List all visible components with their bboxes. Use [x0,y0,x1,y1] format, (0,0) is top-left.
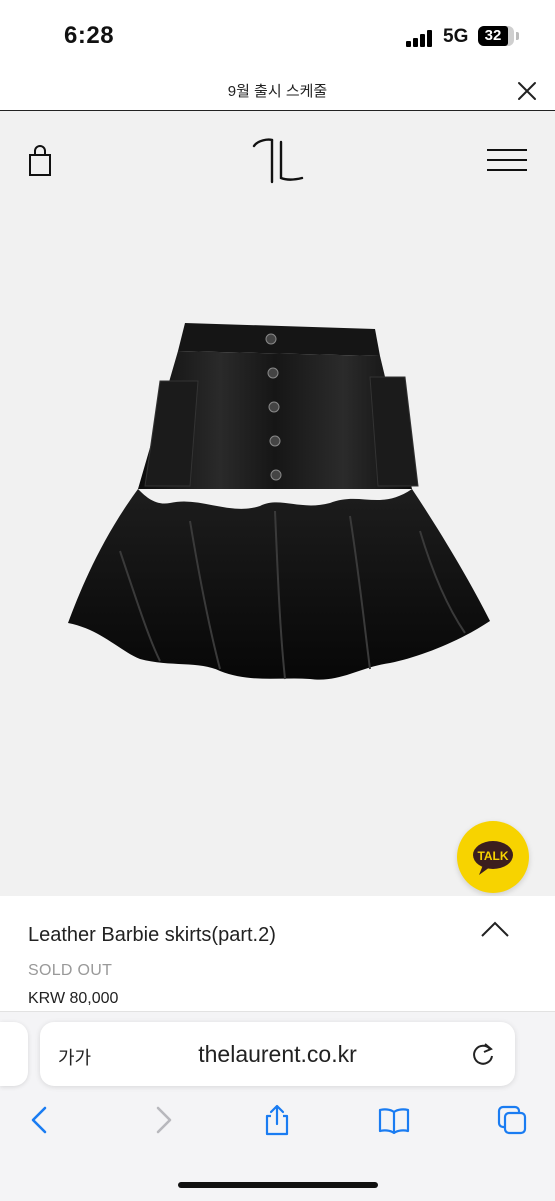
chat-bubble-icon: TALK [473,841,513,875]
signal-icon [406,29,436,47]
kakao-talk-button[interactable]: TALK [457,821,529,893]
previous-tab-preview[interactable] [0,1022,28,1086]
product-price: KRW 80,000 [28,990,119,1007]
battery-tip [516,32,519,40]
site-header [0,111,555,211]
product-image [68,323,490,680]
product-name: Leather Barbie skirts(part.2) [28,924,276,946]
hamburger-menu-icon[interactable] [486,147,528,173]
banner-text[interactable]: 9월 출시 스케줄 [0,80,555,101]
network-type: 5G [443,26,469,47]
tabs-icon[interactable] [496,1104,528,1136]
back-icon[interactable] [25,1104,57,1136]
url-text[interactable]: thelaurent.co.kr [40,1041,515,1068]
chevron-up-icon[interactable] [480,920,510,938]
stock-status: SOLD OUT [28,962,113,979]
product-info-panel: Leather Barbie skirts(part.2) SOLD OUT K… [0,896,555,1011]
battery-level: 32 [478,26,508,46]
share-icon[interactable] [261,1104,293,1136]
status-time: 6:28 [64,22,115,49]
announcement-banner[interactable]: 9월 출시 스케줄 [0,72,555,111]
shopping-bag-icon[interactable] [28,145,52,177]
close-icon[interactable] [514,78,540,104]
browser-toolbar: 가가 thelaurent.co.kr [0,1011,555,1201]
home-indicator [178,1182,378,1188]
reload-icon[interactable] [470,1041,496,1067]
battery-icon: 32 [478,26,514,46]
bookmarks-icon[interactable] [378,1104,410,1136]
address-bar[interactable]: 가가 thelaurent.co.kr [40,1022,515,1086]
talk-label: TALK [477,849,508,863]
status-bar: 6:28 5G 32 [0,0,555,72]
forward-icon[interactable] [146,1104,178,1136]
product-page: TALK [0,111,555,896]
laurent-logo[interactable] [250,136,306,186]
